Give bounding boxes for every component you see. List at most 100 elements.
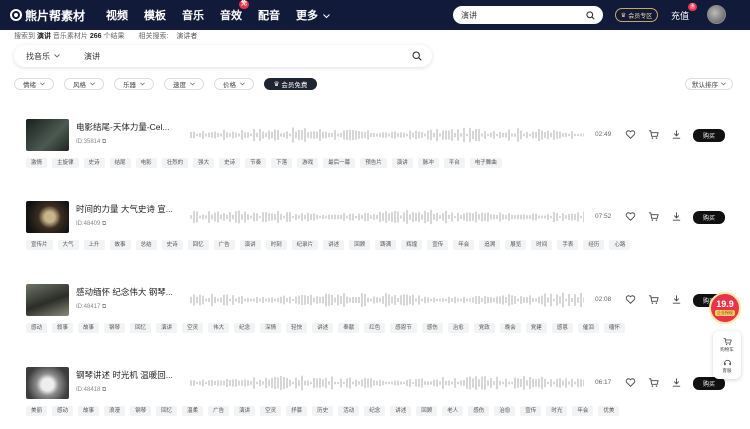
filter-style[interactable]: 风格 bbox=[64, 78, 104, 90]
nav-item-music[interactable]: 音乐 bbox=[182, 7, 204, 23]
tag-chip[interactable]: 浪漫 bbox=[104, 406, 126, 416]
tag-chip[interactable]: 时间 bbox=[531, 240, 553, 250]
heart-icon[interactable] bbox=[625, 129, 636, 140]
tag-chip[interactable]: 电子舞曲 bbox=[469, 158, 502, 168]
tag-chip[interactable]: 讲述 bbox=[312, 323, 334, 333]
tag-chip[interactable]: 史诗 bbox=[83, 158, 105, 168]
tag-chip[interactable]: 宣传片 bbox=[26, 240, 53, 250]
tag-chip[interactable]: 宣传 bbox=[427, 240, 449, 250]
tag-chip[interactable]: 史诗 bbox=[219, 158, 241, 168]
tag-chip[interactable]: 纪念 bbox=[234, 323, 256, 333]
tag-chip[interactable]: 纪录片 bbox=[291, 240, 319, 250]
tag-chip[interactable]: 红色 bbox=[364, 323, 386, 333]
tag-chip[interactable]: 治愈 bbox=[447, 323, 469, 333]
nav-item-voiceover[interactable]: 配音 bbox=[258, 7, 280, 23]
tag-chip[interactable]: 故事 bbox=[109, 240, 131, 250]
tag-chip[interactable]: 钢琴 bbox=[104, 323, 126, 333]
buy-button[interactable]: 购买 bbox=[693, 211, 725, 224]
heart-icon[interactable] bbox=[625, 211, 636, 222]
tag-chip[interactable]: 展览 bbox=[505, 240, 527, 250]
tag-chip[interactable]: 大气 bbox=[57, 240, 79, 250]
track-title[interactable]: 时间的力量 大气史诗 宣... bbox=[76, 203, 186, 215]
tag-chip[interactable]: 心路 bbox=[609, 240, 631, 250]
waveform[interactable] bbox=[186, 284, 584, 316]
copy-icon[interactable]: ⧉ bbox=[102, 221, 106, 227]
cart-icon[interactable] bbox=[648, 129, 659, 140]
tag-chip[interactable]: 时光 bbox=[546, 406, 568, 416]
tag-chip[interactable]: 感伤 bbox=[468, 406, 490, 416]
tag-chip[interactable]: 史诗 bbox=[161, 240, 183, 250]
tag-chip[interactable]: 手表 bbox=[557, 240, 579, 250]
tag-chip[interactable]: 党建 bbox=[525, 323, 547, 333]
tag-chip[interactable]: 空灵 bbox=[182, 323, 204, 333]
cart-icon[interactable] bbox=[648, 294, 659, 305]
tag-chip[interactable]: 纪念 bbox=[364, 406, 386, 416]
nav-item-template[interactable]: 模板 bbox=[144, 7, 166, 23]
tag-chip[interactable]: 主旋律 bbox=[52, 158, 79, 168]
filter-tempo[interactable]: 速度 bbox=[164, 78, 204, 90]
filter-instrument[interactable]: 乐器 bbox=[114, 78, 154, 90]
side-service-button[interactable]: 客服 bbox=[723, 358, 732, 374]
track-title[interactable]: 电影结尾-天体力量-Cel... bbox=[76, 121, 186, 133]
tag-chip[interactable]: 叙事 bbox=[52, 323, 74, 333]
tag-chip[interactable]: 伟大 bbox=[208, 323, 230, 333]
tag-chip[interactable]: 奉献 bbox=[338, 323, 360, 333]
track-title[interactable]: 感动缅怀 纪念伟大 钢琴... bbox=[76, 286, 186, 298]
member-free-toggle[interactable]: ♛ 会员免费 bbox=[264, 78, 317, 90]
related-search-word[interactable]: 演讲者 bbox=[176, 33, 197, 40]
download-icon[interactable] bbox=[671, 129, 682, 140]
avatar[interactable] bbox=[707, 5, 726, 24]
tag-chip[interactable]: 预告片 bbox=[360, 158, 387, 168]
download-icon[interactable] bbox=[671, 211, 682, 222]
recharge-link[interactable]: 充值 bbox=[671, 9, 689, 22]
tag-chip[interactable]: 平台 bbox=[443, 158, 465, 168]
tag-chip[interactable]: 广告 bbox=[213, 240, 235, 250]
tag-chip[interactable]: 缅怀 bbox=[603, 323, 625, 333]
tag-chip[interactable]: 激情 bbox=[26, 158, 48, 168]
tag-chip[interactable]: 催泪 bbox=[577, 323, 599, 333]
tag-chip[interactable]: 美丽 bbox=[26, 406, 48, 416]
tag-chip[interactable]: 演讲 bbox=[234, 406, 256, 416]
tag-chip[interactable]: 演讲 bbox=[391, 158, 413, 168]
tag-chip[interactable]: 晚会 bbox=[499, 323, 521, 333]
download-icon[interactable] bbox=[671, 377, 682, 388]
copy-icon[interactable]: ⧉ bbox=[102, 387, 106, 393]
tag-chip[interactable]: 辉煌 bbox=[401, 240, 423, 250]
copy-icon[interactable]: ⧉ bbox=[102, 139, 106, 145]
tag-chip[interactable]: 感恩 bbox=[551, 323, 573, 333]
tag-chip[interactable]: 党政 bbox=[473, 323, 495, 333]
tag-chip[interactable]: 讲述 bbox=[390, 406, 412, 416]
filter-price[interactable]: 价格 bbox=[214, 78, 254, 90]
enterprise-license-promo[interactable]: 19.9 企业授权 bbox=[709, 292, 741, 324]
nav-item-sfx[interactable]: 音效免 bbox=[220, 0, 249, 23]
tag-chip[interactable]: 活动 bbox=[338, 406, 360, 416]
tag-chip[interactable]: 回顾 bbox=[349, 240, 371, 250]
tag-chip[interactable]: 宣传 bbox=[520, 406, 542, 416]
tag-chip[interactable]: 轻快 bbox=[286, 323, 308, 333]
heart-icon[interactable] bbox=[625, 294, 636, 305]
tag-chip[interactable]: 回顾 bbox=[416, 406, 438, 416]
site-logo[interactable]: 熊片帮素材 bbox=[10, 7, 106, 24]
filter-mood[interactable]: 情绪 bbox=[14, 78, 54, 90]
tag-chip[interactable]: 故事 bbox=[78, 323, 100, 333]
tag-chip[interactable]: 经历 bbox=[583, 240, 605, 250]
tag-chip[interactable]: 年会 bbox=[453, 240, 475, 250]
tag-chip[interactable]: 空灵 bbox=[260, 406, 282, 416]
tag-chip[interactable]: 壮烈的 bbox=[161, 158, 189, 168]
nav-item-more[interactable]: 更多 bbox=[296, 7, 330, 23]
tag-chip[interactable]: 治愈 bbox=[494, 406, 516, 416]
waveform[interactable] bbox=[186, 201, 584, 233]
tag-chip[interactable]: 老人 bbox=[442, 406, 464, 416]
tag-chip[interactable]: 脉冲 bbox=[417, 158, 439, 168]
tag-chip[interactable]: 钢琴 bbox=[130, 406, 152, 416]
main-search-input[interactable]: 演讲 bbox=[76, 51, 402, 62]
copy-icon[interactable]: ⧉ bbox=[102, 304, 106, 310]
track-thumbnail[interactable] bbox=[26, 284, 69, 316]
cart-icon[interactable] bbox=[648, 211, 659, 222]
tag-chip[interactable]: 历史 bbox=[312, 406, 334, 416]
tag-chip[interactable]: 踌满 bbox=[375, 240, 397, 250]
tag-chip[interactable]: 追溯 bbox=[479, 240, 501, 250]
vip-zone-button[interactable]: ♛ 会员专区 bbox=[615, 8, 658, 22]
main-search-button[interactable] bbox=[402, 51, 432, 61]
tag-chip[interactable]: 优美 bbox=[598, 406, 620, 416]
